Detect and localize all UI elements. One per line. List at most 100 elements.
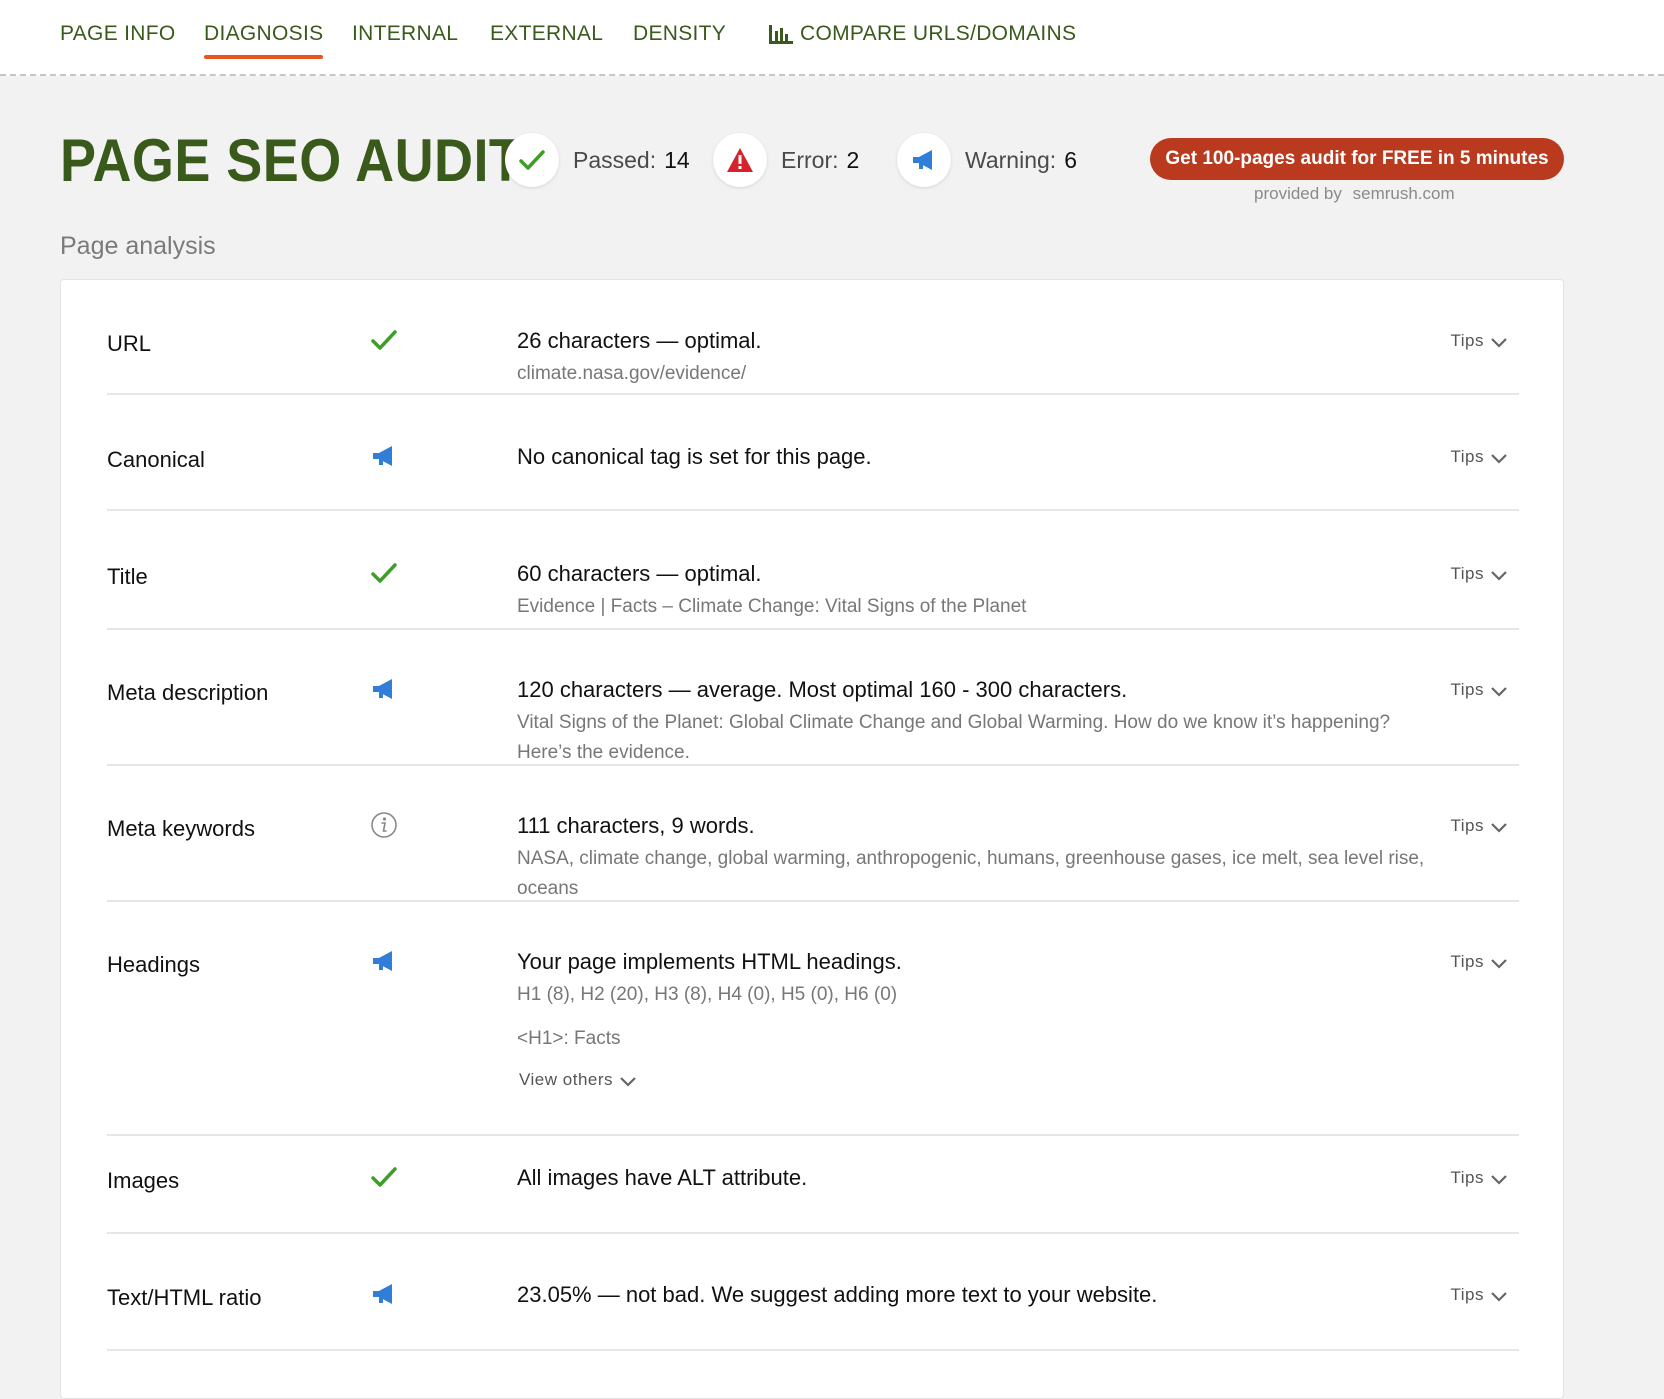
top-navigation: PAGE INFO DIAGNOSIS INTERNAL EXTERNAL DE… [0, 0, 1664, 76]
check-icon [369, 1162, 399, 1192]
passed-label: Passed: [573, 146, 657, 173]
tab-label: EXTERNAL [490, 22, 604, 45]
analysis-row-title: Title 60 characters — optimal. Evidence … [107, 560, 1519, 630]
tips-label: Tips [1450, 564, 1484, 583]
alert-triangle-icon [727, 148, 753, 172]
row-summary: All images have ALT attribute. [517, 1165, 808, 1190]
tips-toggle[interactable]: Tips [1451, 1168, 1508, 1188]
row-summary: 120 characters — average. Most optimal 1… [517, 677, 1128, 702]
tips-label: Tips [1450, 1285, 1484, 1304]
tab-external[interactable]: EXTERNAL [490, 22, 603, 46]
chevron-down-icon [1491, 822, 1507, 833]
megaphone-icon [369, 441, 399, 471]
row-summary: 60 characters — optimal. [517, 561, 762, 586]
row-label: URL [107, 331, 152, 356]
passed-badge [505, 133, 559, 187]
row-summary: Your page implements HTML headings. [517, 949, 902, 974]
megaphone-icon [369, 946, 399, 976]
tips-toggle[interactable]: Tips [1451, 447, 1508, 467]
error-label: Error: [781, 146, 839, 173]
tab-label: COMPARE URLS/DOMAINS [800, 22, 1077, 45]
warning-stat: Warning: 6 [897, 133, 1077, 187]
chevron-down-icon [1491, 337, 1507, 348]
row-detail: climate.nasa.gov/evidence/ [517, 363, 747, 384]
row-label: Images [107, 1168, 180, 1193]
tab-compare-urls[interactable]: COMPARE URLS/DOMAINS [768, 22, 1076, 46]
row-summary: No canonical tag is set for this page. [517, 444, 872, 469]
tab-label: PAGE INFO [60, 22, 176, 45]
analysis-row-meta-keywords: Meta keywords 111 characters, 9 words. N… [107, 812, 1519, 902]
analysis-row-images: Images All images have ALT attribute. Ti… [107, 1164, 1519, 1234]
check-icon [519, 150, 545, 170]
page-analysis-card: URL 26 characters — optimal. climate.nas… [60, 279, 1564, 1399]
tab-density[interactable]: DENSITY [633, 22, 726, 46]
tips-toggle[interactable]: Tips [1451, 952, 1508, 972]
tips-label: Tips [1450, 952, 1484, 971]
row-detail: Evidence | Facts – Climate Change: Vital… [517, 596, 1027, 617]
row-label: Meta keywords [107, 816, 255, 841]
row-detail: NASA, climate change, global warming, an… [517, 848, 1425, 899]
row-label: Headings [107, 952, 200, 977]
tab-label: DENSITY [633, 22, 727, 45]
error-badge [713, 133, 767, 187]
check-icon [369, 325, 399, 355]
row-summary: 23.05% — not bad. We suggest adding more… [517, 1282, 1158, 1307]
warning-count: 6 [1064, 146, 1077, 173]
row-label: Text/HTML ratio [107, 1285, 262, 1310]
tips-label: Tips [1450, 680, 1484, 699]
tips-label: Tips [1450, 1168, 1484, 1187]
chevron-down-icon [620, 1076, 636, 1087]
view-others-toggle[interactable]: View others [519, 1070, 1437, 1090]
tips-toggle[interactable]: Tips [1451, 331, 1508, 351]
row-detail: H1 (8), H2 (20), H3 (8), H4 (0), H5 (0),… [517, 984, 898, 1005]
error-count: 2 [846, 146, 860, 173]
row-label: Meta description [107, 680, 269, 705]
analysis-row-text-html-ratio: Text/HTML ratio 23.05% — not bad. We sug… [107, 1281, 1519, 1351]
view-others-label: View others [519, 1070, 614, 1089]
tips-label: Tips [1450, 447, 1484, 466]
analysis-row-url: URL 26 characters — optimal. climate.nas… [107, 327, 1519, 395]
tab-label: INTERNAL [352, 22, 459, 45]
provided-by: provided by semrush.com [1254, 184, 1455, 204]
analysis-row-canonical: Canonical No canonical tag is set for th… [107, 443, 1519, 511]
row-label: Canonical [107, 447, 205, 472]
error-stat: Error: 2 [713, 133, 859, 187]
tips-label: Tips [1450, 816, 1484, 835]
analysis-row-meta-description: Meta description 120 characters — averag… [107, 676, 1519, 766]
info-icon [369, 810, 399, 840]
free-audit-button[interactable]: Get 100-pages audit for FREE in 5 minute… [1150, 138, 1564, 180]
row-detail: Vital Signs of the Planet: Global Climat… [517, 712, 1391, 763]
passed-count: 14 [664, 146, 690, 173]
tab-diagnosis[interactable]: DIAGNOSIS [204, 22, 324, 59]
tips-toggle[interactable]: Tips [1451, 564, 1508, 584]
warning-label: Warning: [965, 146, 1057, 173]
chevron-down-icon [1491, 686, 1507, 697]
megaphone-icon [369, 674, 399, 704]
h1-value: <H1>: Facts [517, 1028, 621, 1049]
row-label: Title [107, 564, 148, 589]
analysis-row-headings: Headings Your page implements HTML headi… [107, 948, 1519, 1136]
bar-chart-icon [769, 25, 793, 44]
passed-stat: Passed: 14 [505, 133, 690, 187]
row-summary: 111 characters, 9 words. [517, 813, 755, 838]
row-summary: 26 characters — optimal. [517, 328, 762, 353]
chevron-down-icon [1491, 958, 1507, 969]
warning-badge [897, 133, 951, 187]
chevron-down-icon [1491, 570, 1507, 581]
tips-toggle[interactable]: Tips [1451, 816, 1508, 836]
tips-label: Tips [1450, 331, 1484, 350]
tab-page-info[interactable]: PAGE INFO [60, 22, 176, 46]
tab-label: DIAGNOSIS [204, 22, 324, 45]
chevron-down-icon [1491, 1174, 1507, 1185]
provided-by-label: provided by [1254, 184, 1342, 203]
check-icon [369, 558, 399, 588]
tab-internal[interactable]: INTERNAL [352, 22, 458, 46]
tips-toggle[interactable]: Tips [1451, 680, 1508, 700]
semrush-link[interactable]: semrush.com [1353, 184, 1455, 203]
section-heading: Page analysis [60, 232, 216, 260]
chevron-down-icon [1491, 1291, 1507, 1302]
chevron-down-icon [1491, 453, 1507, 464]
page-title: PAGE SEO AUDIT [60, 127, 523, 194]
megaphone-icon [369, 1279, 399, 1309]
tips-toggle[interactable]: Tips [1451, 1285, 1508, 1305]
